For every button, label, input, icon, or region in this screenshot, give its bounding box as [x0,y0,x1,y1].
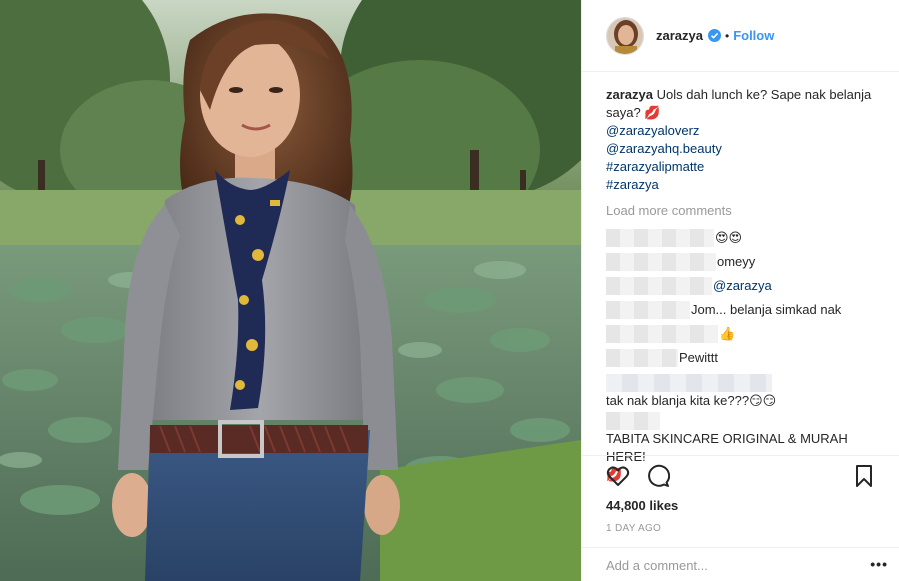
comments-list: zarazya Uols dah lunch ke? Sape nak bela… [606,86,878,484]
bookmark-icon[interactable] [852,464,876,488]
comment-item: omeyy [606,250,878,274]
comment-item: Jom... belanja simkad nak [606,298,878,322]
header-separator-dot: • [724,28,730,43]
comment-text: omeyy [717,254,756,269]
post-photo-image [0,0,581,581]
likes-count[interactable]: 44,800 likes [606,498,678,513]
post-timestamp[interactable]: 1 DAY AGO [606,523,661,534]
post-sidebar: zarazya • Follow zarazya Uols dah lunch … [581,0,899,581]
thumbs-up-emoji-icon: 👍 [719,326,736,341]
comment-input[interactable] [606,558,856,573]
kiss-lips-emoji-icon: 💋 [644,105,661,120]
comment-item: 😍😍 [606,226,878,250]
post-photo[interactable] [0,0,581,581]
comment-text: Jom... belanja simkad nak [691,302,842,317]
comment-text: tak nak blanja kita ke??? [606,393,750,408]
avatar[interactable] [606,16,644,55]
verified-badge-icon [707,29,721,42]
add-comment-bar: ••• [582,547,899,581]
comment-item: Pewittt [606,346,878,370]
post-header: zarazya • Follow [582,0,899,72]
blurred-username [606,412,660,430]
comment-item: @zarazya [606,274,878,298]
blurred-username [606,374,772,392]
follow-button[interactable]: Follow [733,28,774,43]
heart-icon[interactable] [606,464,630,488]
comment-item: tak nak blanja kita ke??? 😏😏 [606,374,878,410]
caption-tag-loverz[interactable]: @zarazyaloverz [606,122,878,140]
blurred-username [606,301,690,319]
post-actions: 44,800 likes 1 DAY AGO [582,455,899,545]
avatar-image [607,17,643,54]
caption-hashtag-lipmatte[interactable]: #zarazyalipmatte [606,158,878,176]
blurred-username [606,229,714,247]
caption-hashtag-zarazya[interactable]: #zarazya [606,176,878,194]
blurred-username [606,253,716,271]
caption-tag-beauty[interactable]: @zarazyahq.beauty [606,140,878,158]
caption-username[interactable]: zarazya [606,87,653,102]
blurred-username [606,349,678,367]
blurred-username [606,325,718,343]
caption: zarazya Uols dah lunch ke? Sape nak bela… [606,86,878,194]
comment-mention[interactable]: @zarazya [713,277,772,295]
comment-item: 👍 [606,322,878,346]
load-more-comments-button[interactable]: Load more comments [606,202,878,220]
heart-eyes-emoji-icon: 😍😍 [715,230,743,245]
blurred-username [606,277,712,295]
more-options-button[interactable]: ••• [870,557,888,571]
header-username[interactable]: zarazya [656,28,703,43]
smirk-emoji-icon: 😏😏 [749,393,777,408]
instagram-post: zarazya • Follow zarazya Uols dah lunch … [0,0,899,581]
comment-text: Pewittt [679,350,719,365]
comment-bubble-icon[interactable] [646,464,670,488]
